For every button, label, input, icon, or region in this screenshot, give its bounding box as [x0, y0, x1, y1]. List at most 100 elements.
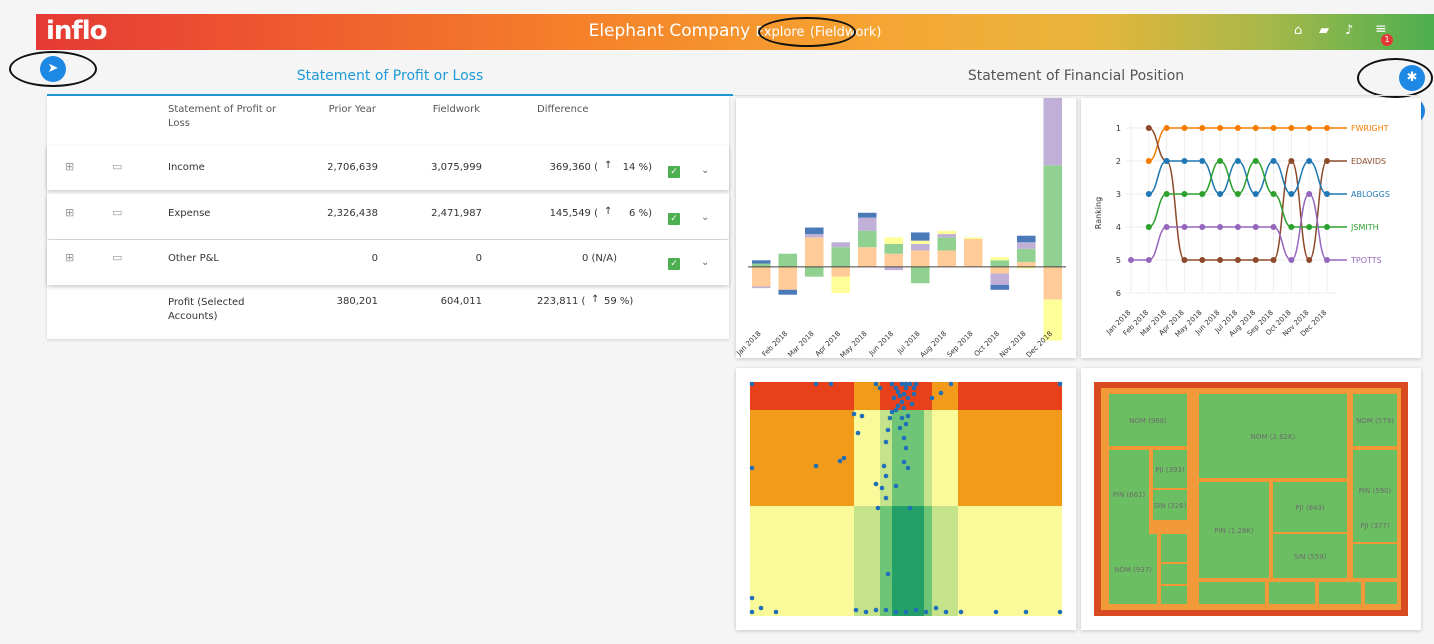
y-tick-label: 5 [1116, 256, 1121, 265]
up-arrow-icon: ↑ [604, 206, 613, 217]
bell-icon[interactable]: ♪ [1345, 23, 1353, 38]
scatter-point [855, 430, 861, 436]
checkbox-checked[interactable]: ✓ [668, 166, 680, 178]
series-point [1145, 257, 1152, 263]
comment-icon[interactable]: ▭ [112, 160, 122, 173]
heat-cell [932, 382, 958, 410]
bar-segment [1043, 70, 1063, 166]
scatter-point [913, 381, 919, 387]
treemap-label: PJI (843) [1295, 504, 1325, 512]
series-point [1181, 257, 1188, 263]
treemap-cell [1353, 544, 1397, 578]
series-point [1217, 125, 1224, 131]
series-point [1288, 125, 1295, 131]
series-point [1234, 224, 1241, 230]
total-difference-value: 223,811 ( [537, 296, 586, 307]
scatter-point [893, 609, 899, 615]
app-title: Elephant Company Explore (Fieldwork) [36, 21, 1434, 41]
tab-financial-position[interactable]: Statement of Financial Position [733, 60, 1419, 96]
row-label: Other P&L [168, 253, 219, 264]
series-point [1270, 191, 1277, 197]
scatter-point [907, 381, 913, 387]
row-fieldwork-value: 0 [475, 253, 482, 264]
heat-cell [854, 410, 880, 506]
scatter-point [895, 403, 901, 409]
bar-segment [937, 230, 957, 235]
scatter-point [841, 455, 847, 461]
series-point [1288, 158, 1295, 164]
row-difference-pct: 6 %) [629, 208, 652, 219]
bar-segment [1016, 248, 1036, 262]
scatter-point [897, 425, 903, 431]
scatter-point [899, 381, 905, 387]
expand-icon[interactable]: ⊞ [65, 160, 74, 173]
y-tick-label: 2 [1116, 157, 1121, 166]
scatter-point [873, 607, 879, 613]
series-point [1306, 125, 1313, 131]
bar-segment [990, 284, 1010, 290]
chevron-down-icon[interactable]: ⌄ [701, 165, 709, 176]
bar-segment [857, 217, 877, 231]
series-label: EDAVIDS [1351, 157, 1386, 166]
heat-cell [924, 410, 932, 506]
total-prior-value: 380,201 [336, 296, 378, 307]
scatter-point [887, 415, 893, 421]
x-tick-label: Jun 2018 [867, 330, 895, 358]
bar-segment [751, 286, 771, 289]
comment-icon[interactable]: ▭ [112, 206, 122, 219]
book-icon[interactable]: ▰ [1319, 23, 1329, 38]
scatter-point [938, 390, 944, 396]
heat-cell [750, 410, 854, 506]
series-point [1306, 191, 1313, 197]
x-tick-label: Dec 2018 [1025, 330, 1054, 358]
treemap-cell [1161, 586, 1187, 604]
scatter-point [903, 381, 909, 387]
series-point [1199, 158, 1206, 164]
treemap-label: PIN (590) [1359, 487, 1392, 495]
series-label: FWRIGHT [1351, 124, 1389, 133]
series-point [1199, 191, 1206, 197]
series-point [1181, 125, 1188, 131]
bar-segment [1016, 242, 1036, 249]
bar-segment [831, 242, 851, 248]
home-icon[interactable]: ⌂ [1294, 23, 1302, 38]
scatter-point [851, 411, 857, 417]
scatter-point [883, 473, 889, 479]
series-point [1324, 191, 1330, 197]
scatter-point [907, 505, 913, 511]
expand-icon[interactable]: ⊞ [65, 251, 74, 264]
scatter-point [773, 609, 779, 615]
scatter-point [899, 415, 905, 421]
checkbox-checked[interactable]: ✓ [668, 213, 680, 225]
series-point [1181, 158, 1188, 164]
comment-icon[interactable]: ▭ [112, 251, 122, 264]
heat-cell [932, 506, 958, 616]
x-tick-label: Jul 2018 [895, 330, 922, 357]
treemap-cell [1161, 564, 1187, 584]
bar-segment [910, 266, 930, 284]
bar-segment [884, 237, 904, 244]
series-point [1217, 224, 1224, 230]
tab-profit-or-loss[interactable]: Statement of Profit or Loss [47, 60, 733, 96]
treemap-cell [1365, 582, 1397, 604]
chevron-down-icon[interactable]: ⌄ [701, 212, 709, 223]
treemap-cell [1269, 582, 1315, 604]
row-fieldwork-value: 2,471,987 [431, 208, 482, 219]
y-tick-label: 4 [1116, 223, 1121, 232]
checkbox-checked[interactable]: ✓ [668, 258, 680, 270]
chevron-down-icon[interactable]: ⌄ [701, 257, 709, 268]
scatter-point [813, 381, 819, 387]
expand-icon[interactable]: ⊞ [65, 206, 74, 219]
scatter-point [758, 605, 764, 611]
treemap-label: PIN (1.28K) [1214, 527, 1254, 535]
series-point [1217, 158, 1224, 164]
bar-segment [831, 276, 851, 294]
series-point [1217, 257, 1224, 263]
bar-segment [884, 253, 904, 267]
scatter-point [905, 413, 911, 419]
bar-segment [1016, 235, 1036, 243]
bar-segment [804, 266, 824, 277]
table-row[interactable] [47, 240, 729, 285]
bar-segment [857, 212, 877, 218]
series-point [1252, 224, 1259, 230]
